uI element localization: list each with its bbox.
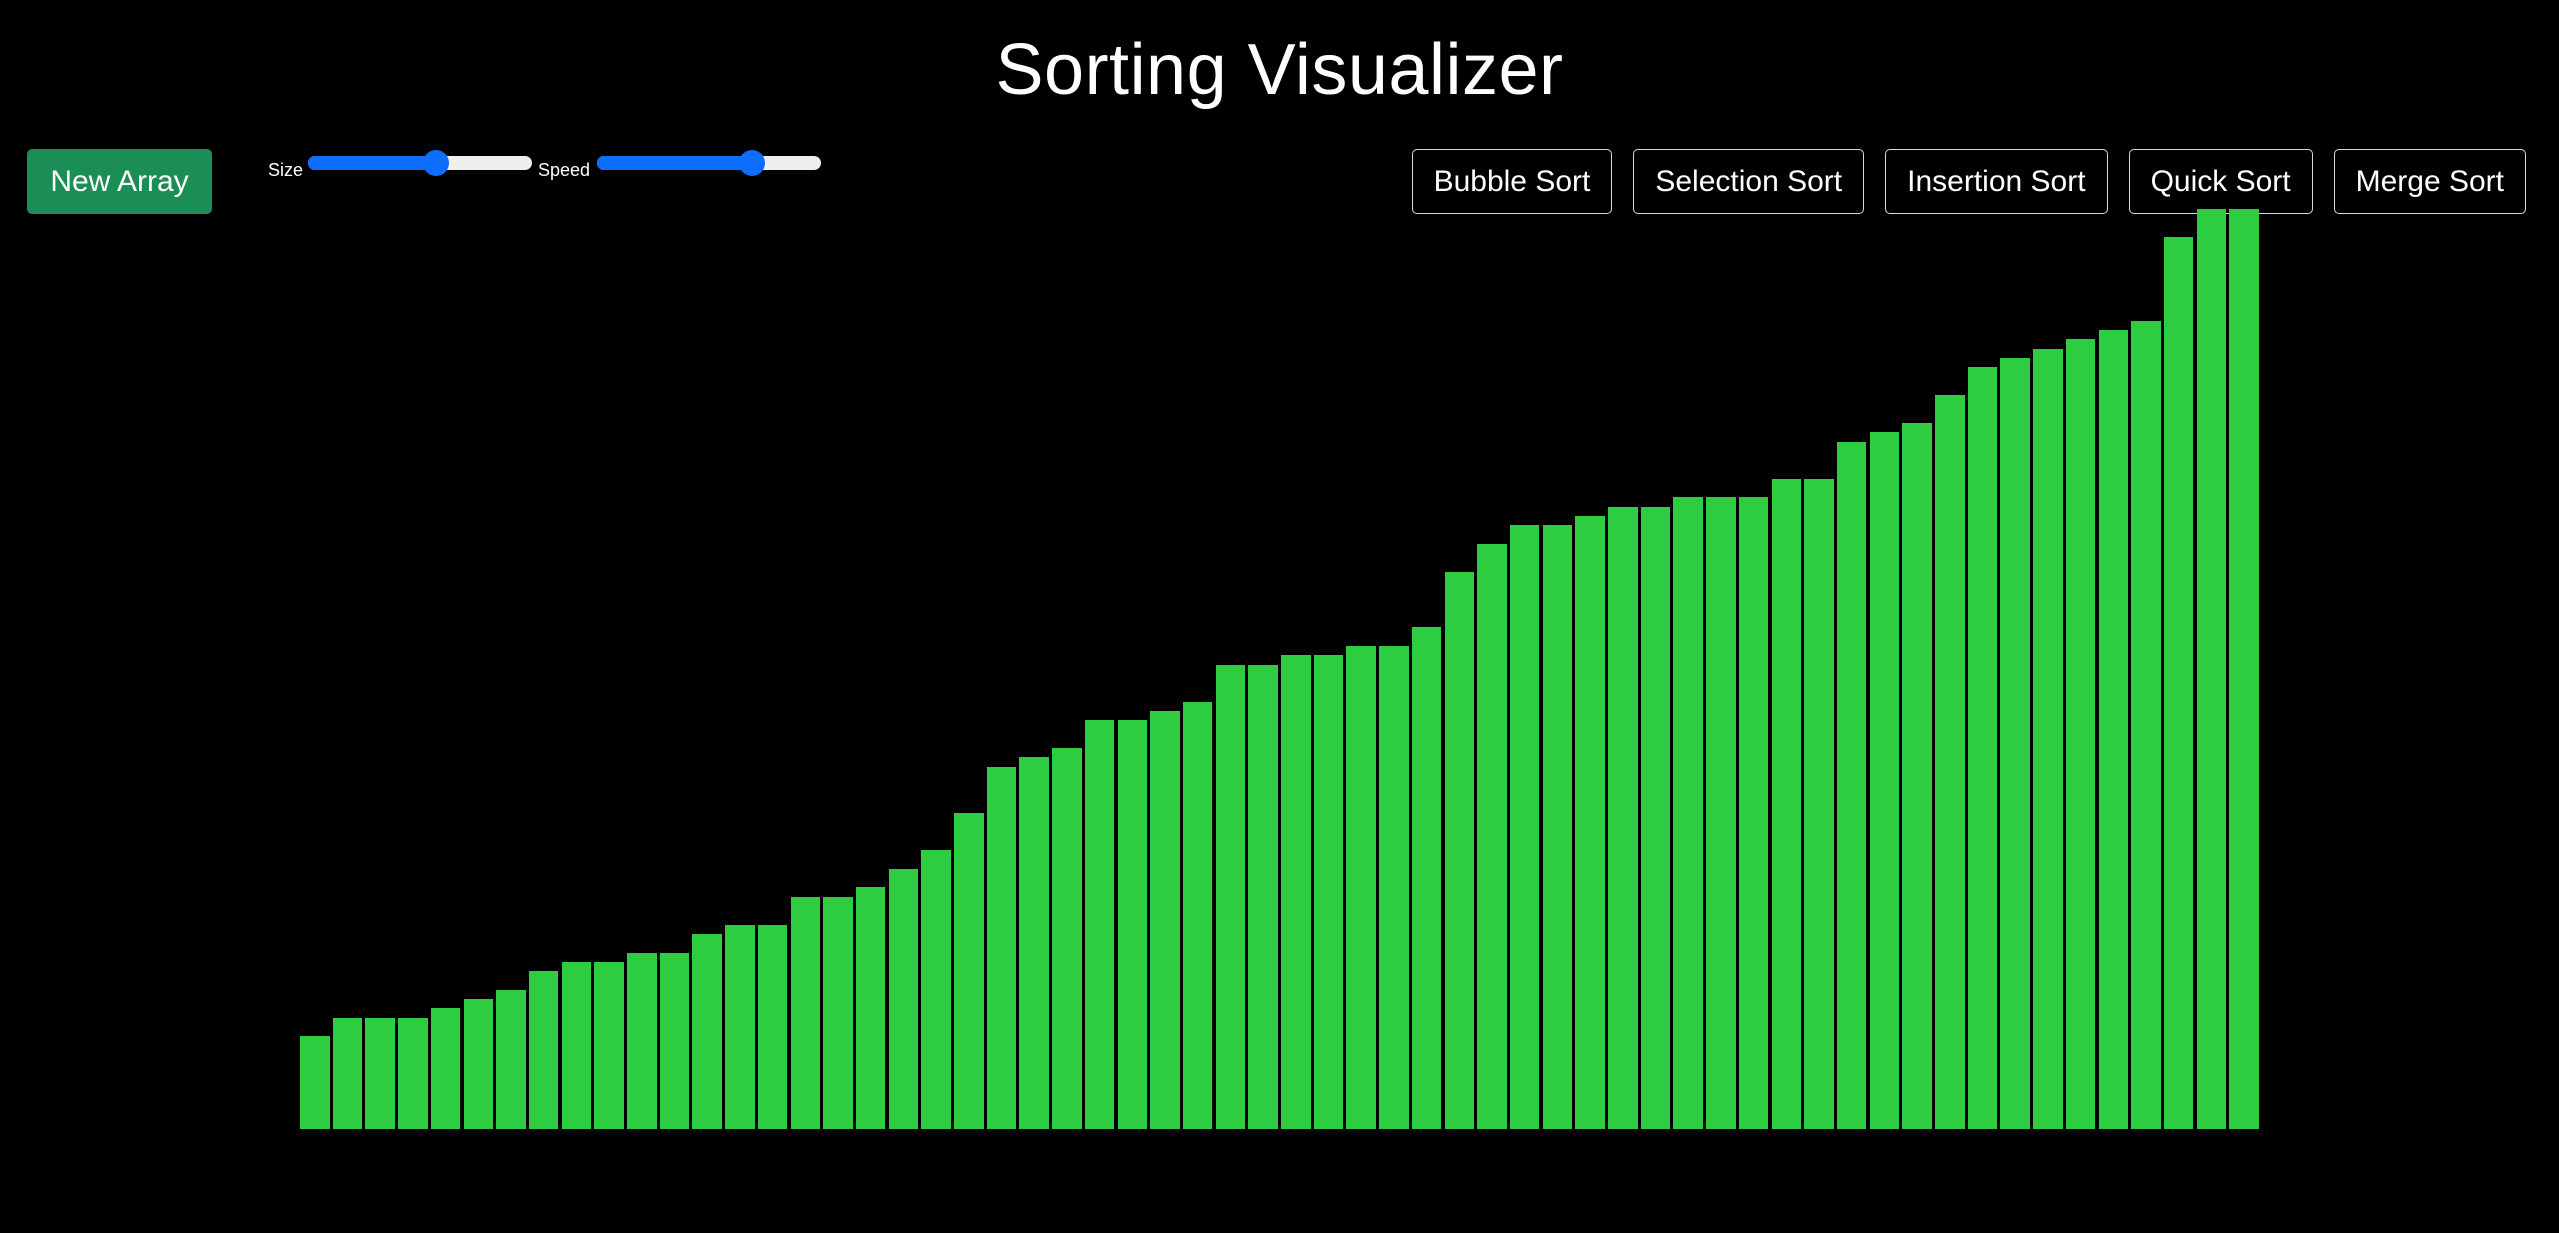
array-bar <box>332 1017 363 1129</box>
array-bar <box>659 952 690 1129</box>
array-bar <box>1248 664 1278 1129</box>
array-bar <box>1052 748 1082 1129</box>
size-slider-fill <box>308 156 436 170</box>
array-bar <box>1215 664 1246 1129</box>
merge-sort-button[interactable]: Merge Sort <box>2333 149 2526 214</box>
array-bar <box>855 887 886 1129</box>
array-bar <box>594 961 624 1129</box>
array-bar <box>1575 515 1605 1129</box>
array-bar <box>921 850 951 1129</box>
array-bar <box>2033 348 2063 1129</box>
size-slider[interactable] <box>308 150 532 176</box>
array-bar <box>1411 627 1442 1129</box>
speed-label: Speed <box>538 160 591 180</box>
array-bar <box>2163 237 2194 1129</box>
array-bar <box>2098 330 2128 1129</box>
array-bar <box>1182 701 1213 1129</box>
array-bar <box>1084 720 1115 1129</box>
array-bar <box>1935 395 1965 1129</box>
array-bar <box>1542 525 1573 1129</box>
array-bar <box>888 868 919 1129</box>
array-bar <box>1836 441 1867 1129</box>
size-label: Size <box>268 160 304 180</box>
array-bar <box>790 896 820 1129</box>
array-bar <box>463 998 493 1129</box>
array-bar <box>1379 645 1409 1129</box>
array-bar <box>1346 645 1376 1129</box>
array-bar <box>1640 506 1671 1129</box>
array-bar <box>1771 478 1801 1129</box>
array-bar <box>1019 757 1049 1129</box>
array-bar <box>2000 357 2030 1129</box>
array-bar <box>692 933 722 1129</box>
new-array-button[interactable]: New Array <box>27 149 212 214</box>
array-bar <box>1477 543 1507 1129</box>
array-bar <box>1117 720 1147 1129</box>
array-bar <box>986 766 1017 1129</box>
array-bar <box>1869 432 1900 1129</box>
speed-slider[interactable] <box>597 150 821 176</box>
array-bar <box>300 1036 330 1129</box>
array-bar <box>528 971 559 1129</box>
array-bars <box>300 200 2260 1129</box>
array-bar <box>2196 209 2227 1129</box>
array-bar <box>1608 506 1638 1129</box>
array-bar <box>1967 367 1998 1129</box>
array-bar <box>496 989 526 1129</box>
array-bar <box>1804 478 1834 1129</box>
array-bar <box>1902 422 1932 1129</box>
array-bar <box>757 924 788 1129</box>
speed-slider-fill <box>597 156 752 170</box>
array-bar <box>398 1017 428 1129</box>
speed-slider-thumb[interactable] <box>738 150 765 176</box>
page-title: Sorting Visualizer <box>995 30 1564 110</box>
sorting-visualizer-page: Sorting Visualizer New Array Size Speed … <box>0 0 2559 1233</box>
array-bar <box>1313 655 1344 1129</box>
array-bar <box>430 1008 461 1129</box>
array-bar <box>2229 209 2259 1129</box>
array-bar <box>365 1017 395 1129</box>
size-slider-thumb[interactable] <box>422 150 449 176</box>
array-bar <box>823 896 853 1129</box>
array-bar <box>2131 320 2161 1129</box>
array-bar <box>2065 339 2096 1129</box>
array-bar <box>725 924 755 1129</box>
array-bar <box>1738 497 1769 1129</box>
array-bar <box>1673 497 1703 1129</box>
array-bar <box>1150 710 1180 1129</box>
array-bar <box>954 813 984 1129</box>
array-bar <box>561 961 592 1129</box>
array-bar <box>1444 571 1474 1129</box>
array-bar <box>1281 655 1311 1129</box>
array-bar <box>1706 497 1736 1129</box>
array-bar <box>1509 525 1540 1129</box>
array-bar <box>627 952 657 1129</box>
